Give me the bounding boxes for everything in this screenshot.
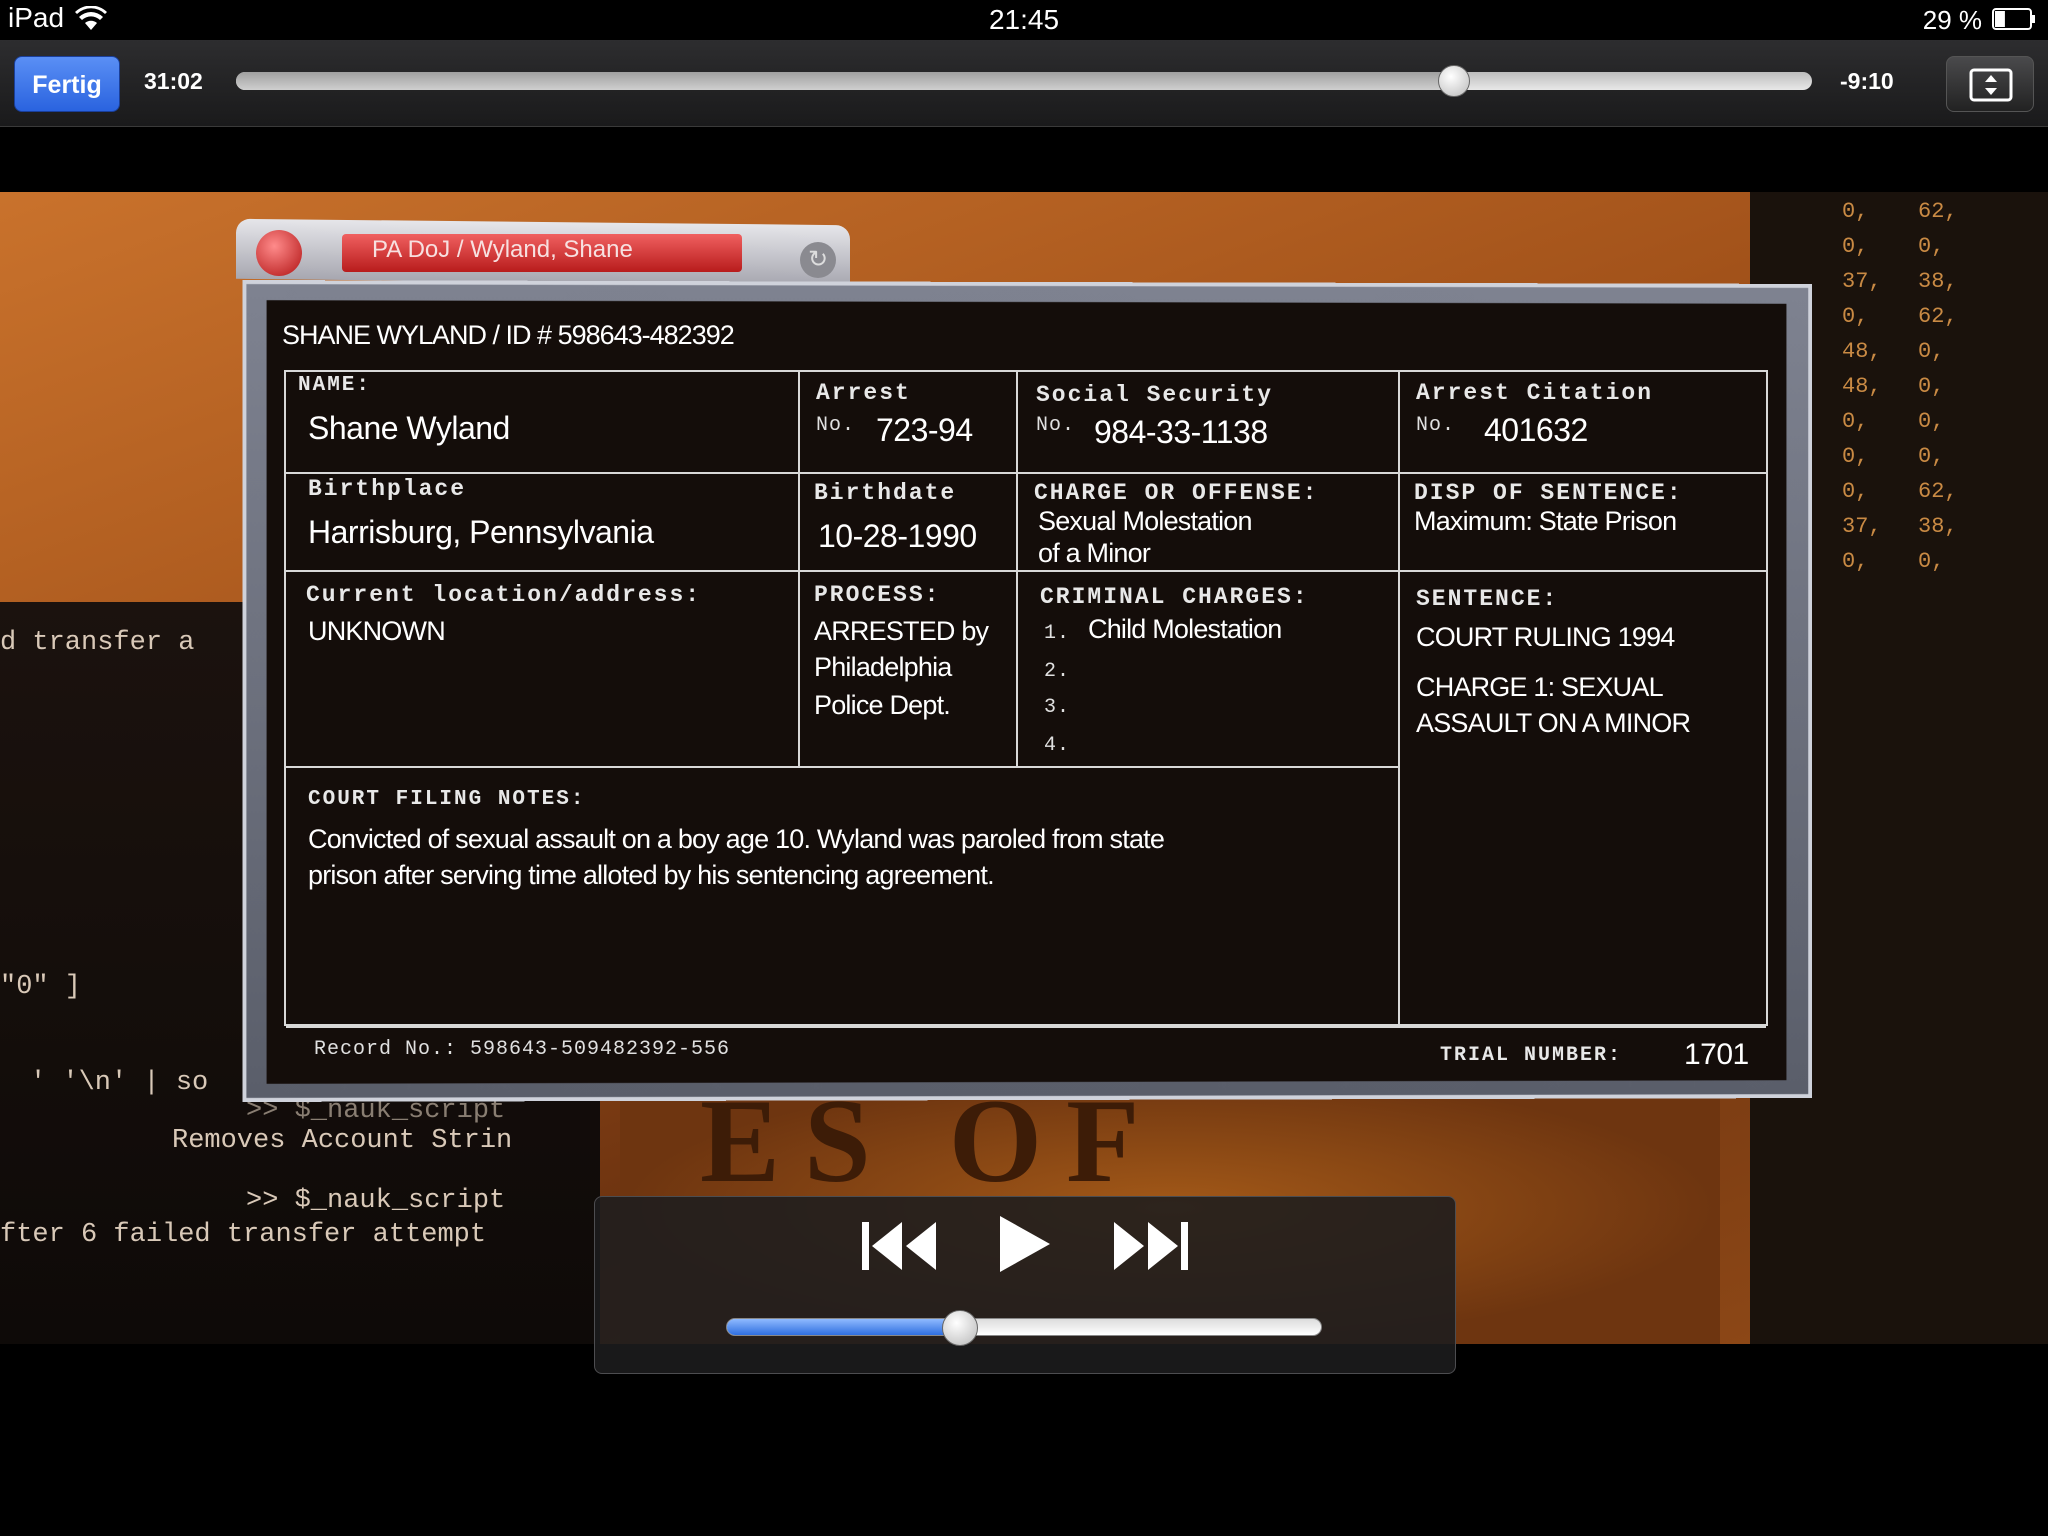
arrest-no-label: No. — [816, 414, 856, 437]
birthplace-value: Harrisburg, Pennsylvania — [308, 514, 654, 550]
arrest-label: Arrest — [816, 380, 911, 406]
process-label: PROCESS: — [814, 582, 941, 608]
window-title: PA DoJ / Wyland, Shane — [372, 236, 633, 263]
location-label: Current location/address: — [306, 582, 702, 608]
charge-index: 4. — [1044, 734, 1071, 757]
charge-label: CHARGE OR OFFENSE: — [1034, 480, 1319, 506]
play-icon[interactable] — [994, 1212, 1054, 1276]
name-value: Shane Wyland — [308, 410, 510, 446]
process-line: ARRESTED by — [814, 616, 989, 646]
location-value: UNKNOWN — [308, 616, 446, 646]
sentence-line: COURT RULING 1994 — [1416, 622, 1675, 652]
battery-icon — [1992, 8, 2035, 30]
criminal-charges-label: CRIMINAL CHARGES: — [1040, 584, 1309, 610]
ssn-no-label: No. — [1036, 414, 1076, 437]
done-button[interactable]: Fertig — [14, 56, 120, 112]
aspect-fit-button[interactable] — [1946, 56, 2034, 112]
terminal-number-column: 62, 0, 38, 62, 0, 0, 0, 0, 62, 38, 0, — [1918, 199, 1958, 574]
sentence-label: SENTENCE: — [1416, 586, 1559, 612]
close-icon — [256, 230, 302, 276]
grid-line — [286, 766, 1398, 768]
grid-line — [1398, 372, 1400, 1026]
disposition-value: Maximum: State Prison — [1414, 506, 1677, 536]
volume-knob[interactable] — [941, 1310, 978, 1346]
terminal-line: d transfer a — [0, 628, 195, 658]
terminal-line: ' '\n' | so — [30, 1068, 209, 1098]
charge-index: 3. — [1044, 696, 1071, 719]
grid-line — [286, 472, 1766, 474]
terminal-line: fter 6 failed transfer attempt — [0, 1220, 487, 1250]
birthdate-label: Birthdate — [814, 480, 957, 506]
terminal-line: "0" ] — [0, 972, 82, 1002]
trial-number-label: TRIAL NUMBER: — [1440, 1044, 1623, 1067]
player-top-bar: Fertig 31:02 -9:10 — [0, 40, 2048, 127]
charge-value: of a Minor — [1038, 538, 1151, 568]
court-notes-line: Convicted of sexual assault on a boy age… — [308, 824, 1165, 854]
scrubber-knob[interactable] — [1437, 65, 1470, 97]
ssn-value: 984-33-1138 — [1094, 414, 1268, 450]
scrubber-played — [236, 72, 1453, 90]
sentence-line: CHARGE 1: SEXUAL — [1416, 672, 1664, 702]
remaining-time: -9:10 — [1840, 68, 1894, 94]
process-line: Philadelphia — [814, 652, 952, 682]
volume-level — [727, 1319, 959, 1335]
refresh-icon: ↻ — [800, 242, 836, 278]
clock: 21:45 — [988, 4, 1060, 35]
birthplace-label: Birthplace — [308, 476, 467, 502]
grid-line — [798, 372, 800, 768]
court-notes-line: prison after serving time alloted by his… — [308, 860, 995, 890]
citation-no-label: No. — [1416, 414, 1456, 437]
name-label: NAME: — [298, 374, 372, 397]
birthdate-value: 10-28-1990 — [818, 518, 977, 554]
criminal-charge-1: Child Molestation — [1088, 614, 1282, 644]
ssn-label: Social Security — [1036, 382, 1274, 408]
record-header: SHANE WYLAND / ID # 598643-482392 — [282, 320, 735, 350]
grid-line — [286, 1026, 1766, 1028]
charge-value: Sexual Molestation — [1038, 506, 1253, 536]
grid-line — [286, 570, 1766, 572]
grid-line — [1016, 372, 1018, 768]
aspect-toggle-icon — [1969, 68, 2013, 102]
scrubber-track[interactable] — [236, 65, 1812, 97]
record-number: Record No.: 598643-509482392-556 — [314, 1038, 731, 1061]
court-notes-label: COURT FILING NOTES: — [308, 788, 586, 811]
volume-slider[interactable] — [726, 1310, 1322, 1346]
elapsed-time: 31:02 — [144, 68, 203, 94]
terminal-number-column: 0, 0, 37, 0, 48, 48, 0, 0, 0, 37, 0, — [1842, 199, 1882, 574]
citation-label: Arrest Citation — [1416, 380, 1654, 406]
trial-number-value: 1701 — [1684, 1038, 1749, 1071]
next-track-icon[interactable] — [1110, 1218, 1190, 1274]
charge-index: 1. — [1044, 622, 1071, 645]
arrest-number: 723-94 — [876, 412, 973, 448]
charge-index: 2. — [1044, 660, 1071, 683]
process-line: Police Dept. — [814, 690, 951, 720]
terminal-line: Removes Account Strin — [172, 1126, 513, 1156]
citation-value: 401632 — [1484, 412, 1588, 448]
previous-track-icon[interactable] — [860, 1218, 940, 1274]
sentence-line: ASSAULT ON A MINOR — [1416, 708, 1691, 738]
status-bar: iPad 21:45 29 % — [0, 0, 2048, 38]
terminal-line: >> $_nauk_script — [246, 1186, 506, 1216]
disposition-label: DISP OF SENTENCE: — [1414, 480, 1683, 506]
battery-percent: 29 % — [1922, 5, 1982, 35]
